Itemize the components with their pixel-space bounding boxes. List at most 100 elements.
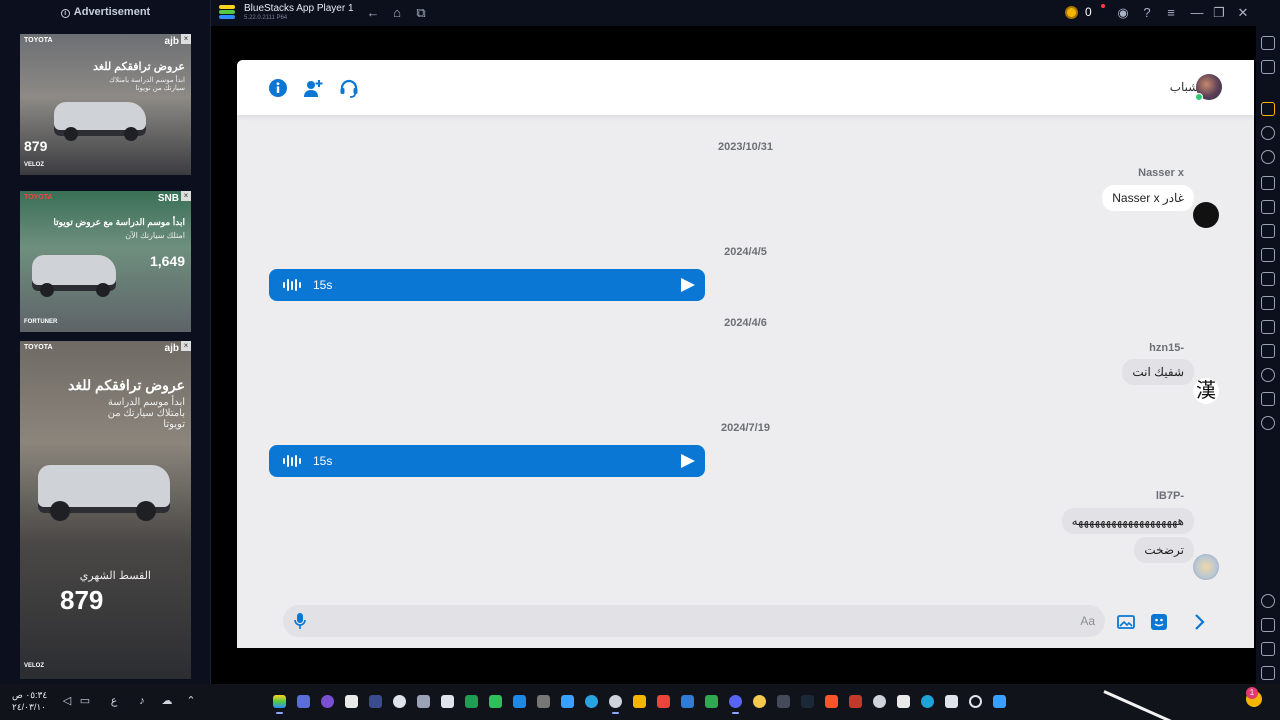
ad-banner-2[interactable]: TOYOTA SNB × ابدأ موسم الدراسة مع عروض ت… (20, 191, 191, 332)
taskbar-app[interactable] (297, 695, 310, 708)
minimize-icon[interactable]: — (1188, 4, 1206, 22)
taskbar-app[interactable] (609, 695, 622, 714)
gallery-icon[interactable] (1116, 612, 1136, 632)
sync-icon[interactable] (1261, 416, 1275, 430)
car-wheel (124, 127, 138, 141)
user-avatar[interactable] (1193, 202, 1219, 228)
folder-icon[interactable] (1261, 272, 1275, 286)
macro-icon[interactable] (1261, 126, 1275, 140)
ad-subtitle: ابدأ موسم الدراسة بامتلاك سيارتك من تويو… (109, 77, 185, 92)
ad-banner-1[interactable]: TOYOTA ajb × عروض ترافقكم للغد ابدأ موسم… (20, 34, 191, 175)
taskbar-telegram[interactable] (585, 695, 598, 708)
message-composer[interactable]: Aa (283, 605, 1105, 637)
support-icon[interactable] (338, 77, 360, 99)
ad-close-icon[interactable]: × (181, 341, 191, 351)
taskbar-app[interactable] (681, 695, 694, 708)
record-icon[interactable] (1261, 248, 1275, 262)
taskbar-app[interactable] (657, 695, 670, 708)
taskbar-steam[interactable] (801, 695, 814, 708)
chevron-up-icon[interactable]: ⌃ (184, 694, 198, 708)
sticker-icon[interactable] (1149, 612, 1169, 632)
home-icon[interactable]: ⌂ (388, 4, 406, 22)
taskbar-app[interactable] (873, 695, 886, 708)
voice-message[interactable]: 15s (269, 269, 705, 301)
android-home-icon[interactable] (1261, 642, 1275, 656)
fps-icon[interactable] (1261, 200, 1275, 214)
message-bubble: Nasser x غادر (1102, 185, 1194, 211)
ad-banner-3[interactable]: TOYOTA ajb × عروض ترافقكم للغد ابدأ موسم… (20, 341, 191, 679)
android-back-icon[interactable] (1261, 618, 1275, 632)
taskbar-app[interactable] (537, 695, 550, 708)
help-icon[interactable]: ? (1138, 4, 1156, 22)
taskbar-store[interactable] (897, 695, 910, 708)
taskbar-app[interactable] (393, 695, 406, 708)
microphone-icon[interactable]: ♪ (135, 694, 149, 708)
mic-icon[interactable] (293, 612, 307, 630)
media-manager-icon[interactable] (1261, 102, 1275, 116)
taskbar-app[interactable] (321, 695, 334, 708)
taskbar-app[interactable] (777, 695, 790, 708)
restore-icon[interactable]: ❐ (1210, 4, 1228, 22)
coin-icon[interactable] (1065, 6, 1078, 19)
layers-icon[interactable] (1261, 392, 1275, 406)
clock-time: ٠٥:٣٤ ص (12, 690, 48, 700)
taskbar-app[interactable] (633, 695, 646, 708)
system-clock[interactable]: ٠٥:٣٤ ص ٢٤/٠٣/١٠ (12, 689, 47, 713)
ad-model: VELOZ (24, 162, 45, 168)
location-icon[interactable] (1261, 368, 1275, 382)
info-icon[interactable] (267, 77, 289, 99)
settings-icon[interactable] (1261, 594, 1275, 608)
ad-price: 1,649 (149, 253, 185, 269)
android-recents-icon[interactable] (1261, 666, 1275, 680)
start-button[interactable] (993, 695, 1006, 708)
taskbar-app[interactable] (753, 695, 766, 708)
voice-message[interactable]: 15s (269, 445, 705, 477)
close-icon[interactable]: ✕ (1234, 4, 1252, 22)
play-icon[interactable] (681, 278, 695, 292)
rotate-icon[interactable] (1261, 150, 1275, 164)
send-arrow-icon[interactable] (1189, 612, 1209, 632)
car-wheel (136, 501, 156, 521)
ad-price-label: القسط الشهري (79, 570, 151, 582)
gamepad-icon[interactable] (1261, 176, 1275, 190)
taskbar-brave[interactable] (825, 695, 838, 708)
fullscreen-icon[interactable] (1261, 36, 1275, 50)
taskbar-app[interactable] (441, 695, 454, 708)
multi-instance-icon[interactable]: ⧉ (412, 4, 430, 22)
taskbar-app[interactable] (849, 695, 862, 708)
airplane-icon[interactable] (1261, 296, 1275, 310)
speaker-icon[interactable]: ◁ (60, 694, 74, 708)
onedrive-icon[interactable]: ☁ (160, 694, 174, 708)
taskbar-discord[interactable] (729, 695, 742, 714)
search-icon[interactable] (969, 695, 982, 708)
ad-close-icon[interactable]: × (181, 34, 191, 44)
account-icon[interactable]: ◉ (1114, 4, 1132, 22)
taskbar-app[interactable] (417, 695, 430, 708)
ad-close-icon[interactable]: × (181, 191, 191, 201)
eraser-icon[interactable] (1261, 344, 1275, 358)
message-sender: lB7P- (1155, 490, 1184, 502)
menu-icon[interactable]: ≡ (1162, 4, 1180, 22)
taskbar-app[interactable] (489, 695, 502, 708)
taskbar-app[interactable] (345, 695, 358, 708)
language-indicator[interactable]: ع (107, 694, 121, 708)
user-avatar[interactable]: 漢 (1193, 378, 1219, 404)
taskbar-task-view[interactable] (945, 695, 958, 708)
volume-icon[interactable] (1261, 60, 1275, 74)
screenshot-icon[interactable] (1261, 224, 1275, 238)
taskbar-bluestacks[interactable] (273, 695, 286, 714)
taskbar-app[interactable] (369, 695, 382, 708)
taskbar-app[interactable] (465, 695, 478, 708)
user-avatar[interactable] (1193, 554, 1219, 580)
back-icon[interactable]: ← (364, 4, 382, 22)
taskbar-app[interactable] (561, 695, 574, 708)
taskbar-xbox[interactable] (705, 695, 718, 708)
taskbar-edge[interactable] (921, 695, 934, 708)
play-icon[interactable] (681, 454, 695, 468)
multi-window-icon[interactable] (1261, 320, 1275, 334)
taskbar-app[interactable] (513, 695, 526, 708)
window-title: BlueStacks App Player 1 (244, 3, 354, 14)
add-user-icon[interactable] (302, 77, 324, 99)
display-icon[interactable]: ▭ (78, 694, 92, 708)
ad-label: i Advertisement (0, 6, 211, 18)
